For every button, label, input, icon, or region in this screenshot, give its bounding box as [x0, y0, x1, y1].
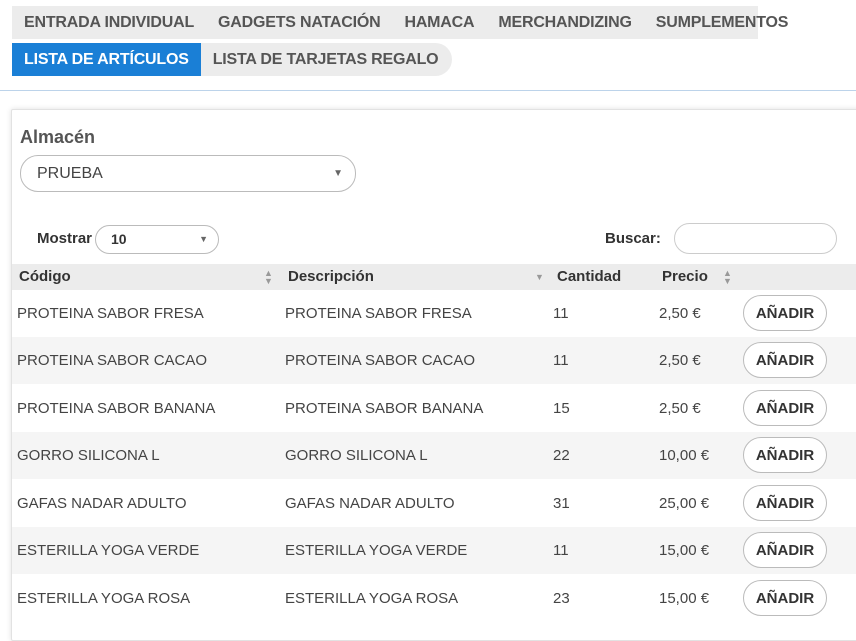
- cell-precio: 15,00 €: [659, 542, 710, 559]
- add-button[interactable]: AÑADIR: [743, 580, 827, 616]
- add-button[interactable]: AÑADIR: [743, 437, 827, 473]
- table-row: PROTEINA SABOR BANANA PROTEINA SABOR BAN…: [12, 385, 856, 432]
- cell-descripcion: GAFAS NADAR ADULTO: [285, 495, 455, 512]
- add-button[interactable]: AÑADIR: [743, 295, 827, 331]
- add-button[interactable]: AÑADIR: [743, 342, 827, 378]
- cell-cantidad: 11: [553, 305, 569, 322]
- chevron-down-icon: ▼: [333, 168, 343, 179]
- cell-codigo: PROTEINA SABOR CACAO: [17, 352, 208, 369]
- cell-descripcion: ESTERILLA YOGA ROSA: [285, 590, 459, 607]
- page-length-value: 10: [111, 231, 127, 247]
- add-button[interactable]: AÑADIR: [743, 390, 827, 426]
- table-row: ESTERILLA YOGA ROSA ESTERILLA YOGA ROSA …: [12, 575, 856, 622]
- cell-precio: 15,00 €: [659, 590, 710, 607]
- almacen-label: Almacén: [20, 127, 96, 147]
- cell-codigo: PROTEINA SABOR FRESA: [17, 305, 204, 322]
- tab-hamaca[interactable]: HAMACA: [392, 6, 486, 39]
- cell-codigo: PROTEINA SABOR BANANA: [17, 400, 216, 417]
- tab-merchandizing[interactable]: MERCHANDIZING: [486, 6, 643, 39]
- list-tabs: LISTA DE ARTÍCULOS LISTA DE TARJETAS REG…: [12, 43, 453, 76]
- cell-cantidad: 11: [553, 352, 569, 369]
- header-descripcion[interactable]: Descripción: [288, 264, 374, 290]
- tab-gadgets-natacion[interactable]: GADGETS NATACIÓN: [206, 6, 392, 39]
- cell-codigo: GAFAS NADAR ADULTO: [17, 495, 187, 512]
- cell-cantidad: 11: [553, 542, 569, 559]
- cell-descripcion: PROTEINA SABOR FRESA: [285, 305, 472, 322]
- header-cantidad[interactable]: Cantidad: [557, 264, 621, 290]
- table-row: GORRO SILICONA L GORRO SILICONA L 22 10,…: [12, 432, 856, 479]
- cell-cantidad: 31: [553, 495, 570, 512]
- sort-both-icon[interactable]: ▲ ▼: [264, 269, 273, 286]
- table-header: Código ▲ ▼ Descripción ▼ Cantidad Precio …: [12, 264, 856, 290]
- tab-lista-tarjetas-regalo[interactable]: LISTA DE TARJETAS REGALO: [200, 43, 453, 76]
- cell-codigo: ESTERILLA YOGA ROSA: [17, 590, 191, 607]
- cell-descripcion: ESTERILLA YOGA VERDE: [285, 542, 468, 559]
- cell-codigo: GORRO SILICONA L: [17, 447, 160, 464]
- cell-cantidad: 22: [553, 447, 570, 464]
- mostrar-label: Mostrar: [37, 230, 93, 247]
- header-precio[interactable]: Precio: [662, 264, 708, 290]
- cell-codigo: ESTERILLA YOGA VERDE: [17, 542, 200, 559]
- add-button[interactable]: AÑADIR: [743, 532, 827, 568]
- table-row: GAFAS NADAR ADULTO GAFAS NADAR ADULTO 31…: [12, 480, 856, 527]
- sort-desc-icon[interactable]: ▼: [535, 273, 544, 282]
- cell-precio: 2,50 €: [659, 305, 701, 322]
- tab-sumplementos[interactable]: SUMPLEMENTOS: [644, 6, 800, 39]
- table-row: PROTEINA SABOR FRESA PROTEINA SABOR FRES…: [12, 290, 856, 337]
- table-row: PROTEINA SABOR CACAO PROTEINA SABOR CACA…: [12, 337, 856, 384]
- cell-precio: 25,00 €: [659, 495, 710, 512]
- tabs-divider: [0, 90, 856, 91]
- search-label: Buscar:: [605, 230, 661, 247]
- category-tabs: ENTRADA INDIVIDUAL GADGETS NATACIÓN HAMA…: [12, 6, 788, 39]
- sort-both-icon[interactable]: ▲ ▼: [723, 269, 732, 286]
- cell-precio: 2,50 €: [659, 400, 701, 417]
- header-codigo[interactable]: Código: [19, 264, 71, 290]
- tab-entrada-individual[interactable]: ENTRADA INDIVIDUAL: [12, 6, 206, 39]
- table-row: ESTERILLA YOGA VERDE ESTERILLA YOGA VERD…: [12, 527, 856, 574]
- page-length-select[interactable]: 10 ▼: [95, 225, 219, 254]
- cell-descripcion: PROTEINA SABOR BANANA: [285, 400, 484, 417]
- search-input[interactable]: [674, 223, 837, 254]
- cell-cantidad: 15: [553, 400, 570, 417]
- cell-precio: 10,00 €: [659, 447, 710, 464]
- chevron-down-icon: ▼: [199, 234, 208, 244]
- cell-descripcion: PROTEINA SABOR CACAO: [285, 352, 476, 369]
- almacen-select-value: PRUEBA: [37, 165, 103, 182]
- add-button[interactable]: AÑADIR: [743, 485, 827, 521]
- cell-precio: 2,50 €: [659, 352, 701, 369]
- cell-descripcion: GORRO SILICONA L: [285, 447, 428, 464]
- cell-cantidad: 23: [553, 590, 570, 607]
- tab-lista-articulos[interactable]: LISTA DE ARTÍCULOS: [12, 43, 201, 76]
- almacen-select[interactable]: PRUEBA ▼: [20, 155, 356, 192]
